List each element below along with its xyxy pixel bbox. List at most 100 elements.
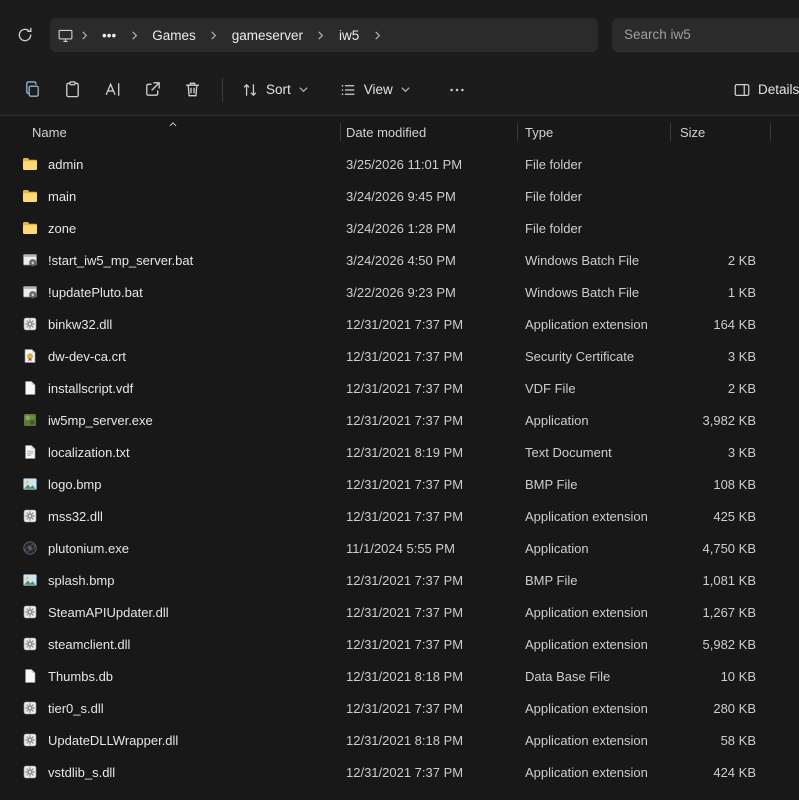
breadcrumb-gameserver[interactable]: gameserver bbox=[224, 24, 311, 47]
file-size: 2 KB bbox=[727, 380, 756, 396]
view-icon bbox=[339, 81, 357, 99]
column-header-size[interactable]: Size bbox=[670, 116, 770, 148]
sort-button[interactable]: Sort bbox=[233, 72, 317, 108]
file-date-modified: 11/1/2024 5:55 PM bbox=[346, 540, 455, 556]
file-date-modified: 12/31/2021 7:37 PM bbox=[346, 412, 464, 428]
file-name-cell: vstdlib_s.dll bbox=[0, 764, 340, 780]
breadcrumb-games[interactable]: Games bbox=[144, 24, 204, 47]
file-type: BMP File bbox=[525, 476, 578, 492]
breadcrumb-iw5[interactable]: iw5 bbox=[331, 24, 367, 47]
table-row[interactable]: dw-dev-ca.crt 12/31/2021 7:37 PM Securit… bbox=[0, 340, 799, 372]
file-name: SteamAPIUpdater.dll bbox=[48, 604, 169, 620]
file-name: mss32.dll bbox=[48, 508, 103, 524]
file-type: Application bbox=[525, 412, 589, 428]
file-date-modified: 12/31/2021 8:18 PM bbox=[346, 732, 464, 748]
share-button[interactable] bbox=[132, 72, 172, 108]
paste-button[interactable] bbox=[52, 72, 92, 108]
table-row[interactable]: tier0_s.dll 12/31/2021 7:37 PM Applicati… bbox=[0, 692, 799, 724]
table-row[interactable]: Thumbs.db 12/31/2021 8:18 PM Data Base F… bbox=[0, 660, 799, 692]
chevron-right-icon[interactable] bbox=[312, 24, 330, 46]
chevron-right-icon[interactable] bbox=[75, 24, 93, 46]
chevron-right-icon[interactable] bbox=[205, 24, 223, 46]
file-size: 3 KB bbox=[727, 348, 756, 364]
column-divider[interactable] bbox=[770, 123, 771, 141]
refresh-icon bbox=[16, 26, 34, 44]
file-date-modified: 12/31/2021 8:18 PM bbox=[346, 668, 464, 684]
share-icon bbox=[143, 80, 162, 99]
file-list: admin 3/25/2026 11:01 PM File folder mai… bbox=[0, 148, 799, 788]
file-name-cell: UpdateDLLWrapper.dll bbox=[0, 732, 340, 748]
column-header-name-label: Name bbox=[32, 124, 67, 140]
sort-ascending-icon bbox=[168, 116, 178, 131]
table-row[interactable]: splash.bmp 12/31/2021 7:37 PM BMP File 1… bbox=[0, 564, 799, 596]
chevron-right-icon[interactable] bbox=[368, 24, 386, 46]
table-row[interactable]: installscript.vdf 12/31/2021 7:37 PM VDF… bbox=[0, 372, 799, 404]
rename-button[interactable] bbox=[92, 72, 132, 108]
file-name-cell: dw-dev-ca.crt bbox=[0, 348, 340, 364]
table-row[interactable]: admin 3/25/2026 11:01 PM File folder bbox=[0, 148, 799, 180]
file-name: !updatePluto.bat bbox=[48, 284, 143, 300]
delete-button[interactable] bbox=[172, 72, 212, 108]
dll-icon bbox=[22, 636, 38, 652]
dll-icon bbox=[22, 604, 38, 620]
refresh-button[interactable] bbox=[10, 20, 40, 50]
column-header-type[interactable]: Type bbox=[517, 116, 670, 148]
dll-icon bbox=[22, 732, 38, 748]
file-type: Application bbox=[525, 540, 589, 556]
more-options-button[interactable] bbox=[437, 72, 477, 108]
file-date-modified: 3/22/2026 9:23 PM bbox=[346, 284, 456, 300]
file-type: Windows Batch File bbox=[525, 252, 640, 268]
column-header-name[interactable]: Name bbox=[0, 116, 340, 148]
column-divider[interactable] bbox=[670, 123, 671, 141]
view-label: View bbox=[363, 82, 393, 97]
file-type: Application extension bbox=[525, 636, 648, 652]
file-type: Application extension bbox=[525, 764, 648, 780]
file-name: dw-dev-ca.crt bbox=[48, 348, 127, 364]
chevron-down-icon bbox=[298, 84, 309, 95]
file-type: Security Certificate bbox=[525, 348, 635, 364]
file-size: 3,982 KB bbox=[702, 412, 757, 428]
details-label: Details bbox=[758, 82, 799, 97]
file-name-cell: main bbox=[0, 188, 340, 204]
table-row[interactable]: plutonium.exe 11/1/2024 5:55 PM Applicat… bbox=[0, 532, 799, 564]
column-header-date-modified[interactable]: Date modified bbox=[340, 116, 517, 148]
command-toolbar: Sort View Details bbox=[0, 64, 799, 116]
column-divider[interactable] bbox=[517, 123, 518, 141]
table-row[interactable]: localization.txt 12/31/2021 8:19 PM Text… bbox=[0, 436, 799, 468]
table-row[interactable]: mss32.dll 12/31/2021 7:37 PM Application… bbox=[0, 500, 799, 532]
table-row[interactable]: UpdateDLLWrapper.dll 12/31/2021 8:18 PM … bbox=[0, 724, 799, 756]
image-icon bbox=[22, 572, 38, 588]
file-size: 1,267 KB bbox=[702, 604, 757, 620]
table-row[interactable]: binkw32.dll 12/31/2021 7:37 PM Applicati… bbox=[0, 308, 799, 340]
table-row[interactable]: steamclient.dll 12/31/2021 7:37 PM Appli… bbox=[0, 628, 799, 660]
plutonium-icon bbox=[22, 540, 38, 556]
file-name-cell: Thumbs.db bbox=[0, 668, 340, 684]
file-type: BMP File bbox=[525, 572, 578, 588]
breadcrumb-overflow[interactable]: ••• bbox=[94, 24, 124, 47]
table-row[interactable]: zone 3/24/2026 1:28 PM File folder bbox=[0, 212, 799, 244]
table-row[interactable]: iw5mp_server.exe 12/31/2021 7:37 PM Appl… bbox=[0, 404, 799, 436]
table-row[interactable]: !updatePluto.bat 3/22/2026 9:23 PM Windo… bbox=[0, 276, 799, 308]
details-button[interactable]: Details bbox=[725, 72, 799, 108]
table-row[interactable]: !start_iw5_mp_server.bat 3/24/2026 4:50 … bbox=[0, 244, 799, 276]
table-row[interactable]: SteamAPIUpdater.dll 12/31/2021 7:37 PM A… bbox=[0, 596, 799, 628]
dll-icon bbox=[22, 700, 38, 716]
address-bar[interactable]: ••• Games gameserver iw5 bbox=[50, 18, 598, 52]
search-input[interactable] bbox=[612, 27, 799, 42]
copy-button[interactable] bbox=[12, 72, 52, 108]
file-name: iw5mp_server.exe bbox=[48, 412, 153, 428]
table-row[interactable]: logo.bmp 12/31/2021 7:37 PM BMP File 108… bbox=[0, 468, 799, 500]
file-size: 58 KB bbox=[720, 732, 756, 748]
chevron-right-icon[interactable] bbox=[125, 24, 143, 46]
view-button[interactable]: View bbox=[331, 72, 419, 108]
file-date-modified: 12/31/2021 7:37 PM bbox=[346, 380, 464, 396]
file-date-modified: 3/25/2026 11:01 PM bbox=[346, 156, 463, 172]
file-date-modified: 12/31/2021 7:37 PM bbox=[346, 604, 464, 620]
table-row[interactable]: vstdlib_s.dll 12/31/2021 7:37 PM Applica… bbox=[0, 756, 799, 788]
column-header-date-label: Date modified bbox=[346, 124, 427, 140]
search-box bbox=[612, 18, 799, 52]
file-name-cell: iw5mp_server.exe bbox=[0, 412, 340, 428]
table-row[interactable]: main 3/24/2026 9:45 PM File folder bbox=[0, 180, 799, 212]
file-size: 424 KB bbox=[713, 764, 756, 780]
column-divider[interactable] bbox=[340, 123, 341, 141]
